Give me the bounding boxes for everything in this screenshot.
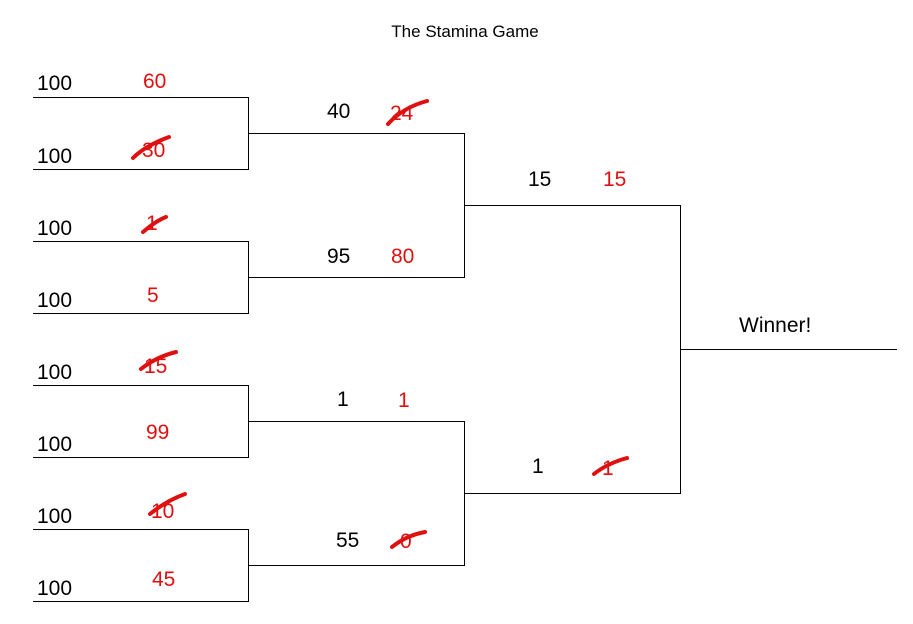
round2-remaining-value: 24 bbox=[390, 102, 414, 125]
strike-mark bbox=[131, 99, 629, 549]
bracket-line bbox=[33, 169, 249, 170]
round3-remaining-value: 15 bbox=[603, 168, 627, 191]
round1-start-value: 100 bbox=[37, 145, 73, 168]
bracket-line bbox=[680, 349, 897, 350]
round1-remaining-value: 15 bbox=[144, 355, 168, 378]
round2-start-value: 40 bbox=[327, 100, 351, 123]
bracket-line bbox=[464, 493, 681, 494]
round3-start-value: 15 bbox=[528, 168, 552, 191]
round1-start-value: 100 bbox=[37, 361, 73, 384]
round2-start-value: 1 bbox=[337, 388, 349, 411]
round2-start-value: 95 bbox=[327, 245, 351, 268]
bracket-line bbox=[248, 421, 465, 422]
round1-remaining-value: 5 bbox=[147, 284, 159, 307]
round2-remaining-value: 0 bbox=[400, 530, 412, 553]
round1-start-value: 100 bbox=[37, 72, 73, 95]
bracket-line bbox=[33, 529, 249, 530]
page-title: The Stamina Game bbox=[391, 22, 539, 41]
round1-start-value: 100 bbox=[37, 217, 73, 240]
round1-start-value: 100 bbox=[37, 505, 73, 528]
bracket-line bbox=[33, 241, 249, 242]
bracket-line bbox=[33, 385, 249, 386]
round1-start-value: 100 bbox=[37, 433, 73, 456]
round3-remaining-value: 1 bbox=[602, 457, 614, 480]
round1-remaining-value: 1 bbox=[146, 212, 158, 235]
bracket-line bbox=[464, 205, 681, 206]
round1-start-value: 100 bbox=[37, 289, 73, 312]
round2-start-value: 55 bbox=[336, 529, 360, 552]
round1-start-value: 100 bbox=[37, 577, 73, 600]
round2-remaining-value: 80 bbox=[391, 245, 415, 268]
bracket-line bbox=[33, 601, 249, 602]
round2-remaining-value: 1 bbox=[398, 389, 410, 412]
bracket-line bbox=[248, 565, 465, 566]
round1-remaining-value: 99 bbox=[146, 421, 170, 444]
bracket-line bbox=[248, 133, 465, 134]
winner-label: Winner! bbox=[739, 314, 812, 337]
round3-start-value: 1 bbox=[532, 455, 544, 478]
round1-remaining-value: 45 bbox=[152, 568, 176, 591]
bracket-line bbox=[33, 313, 249, 314]
bracket-line bbox=[33, 97, 249, 98]
bracket-line bbox=[248, 277, 465, 278]
round1-remaining-value: 60 bbox=[143, 70, 167, 93]
bracket-line bbox=[33, 457, 249, 458]
round1-remaining-value: 10 bbox=[151, 500, 175, 523]
round1-remaining-value: 30 bbox=[142, 139, 166, 162]
